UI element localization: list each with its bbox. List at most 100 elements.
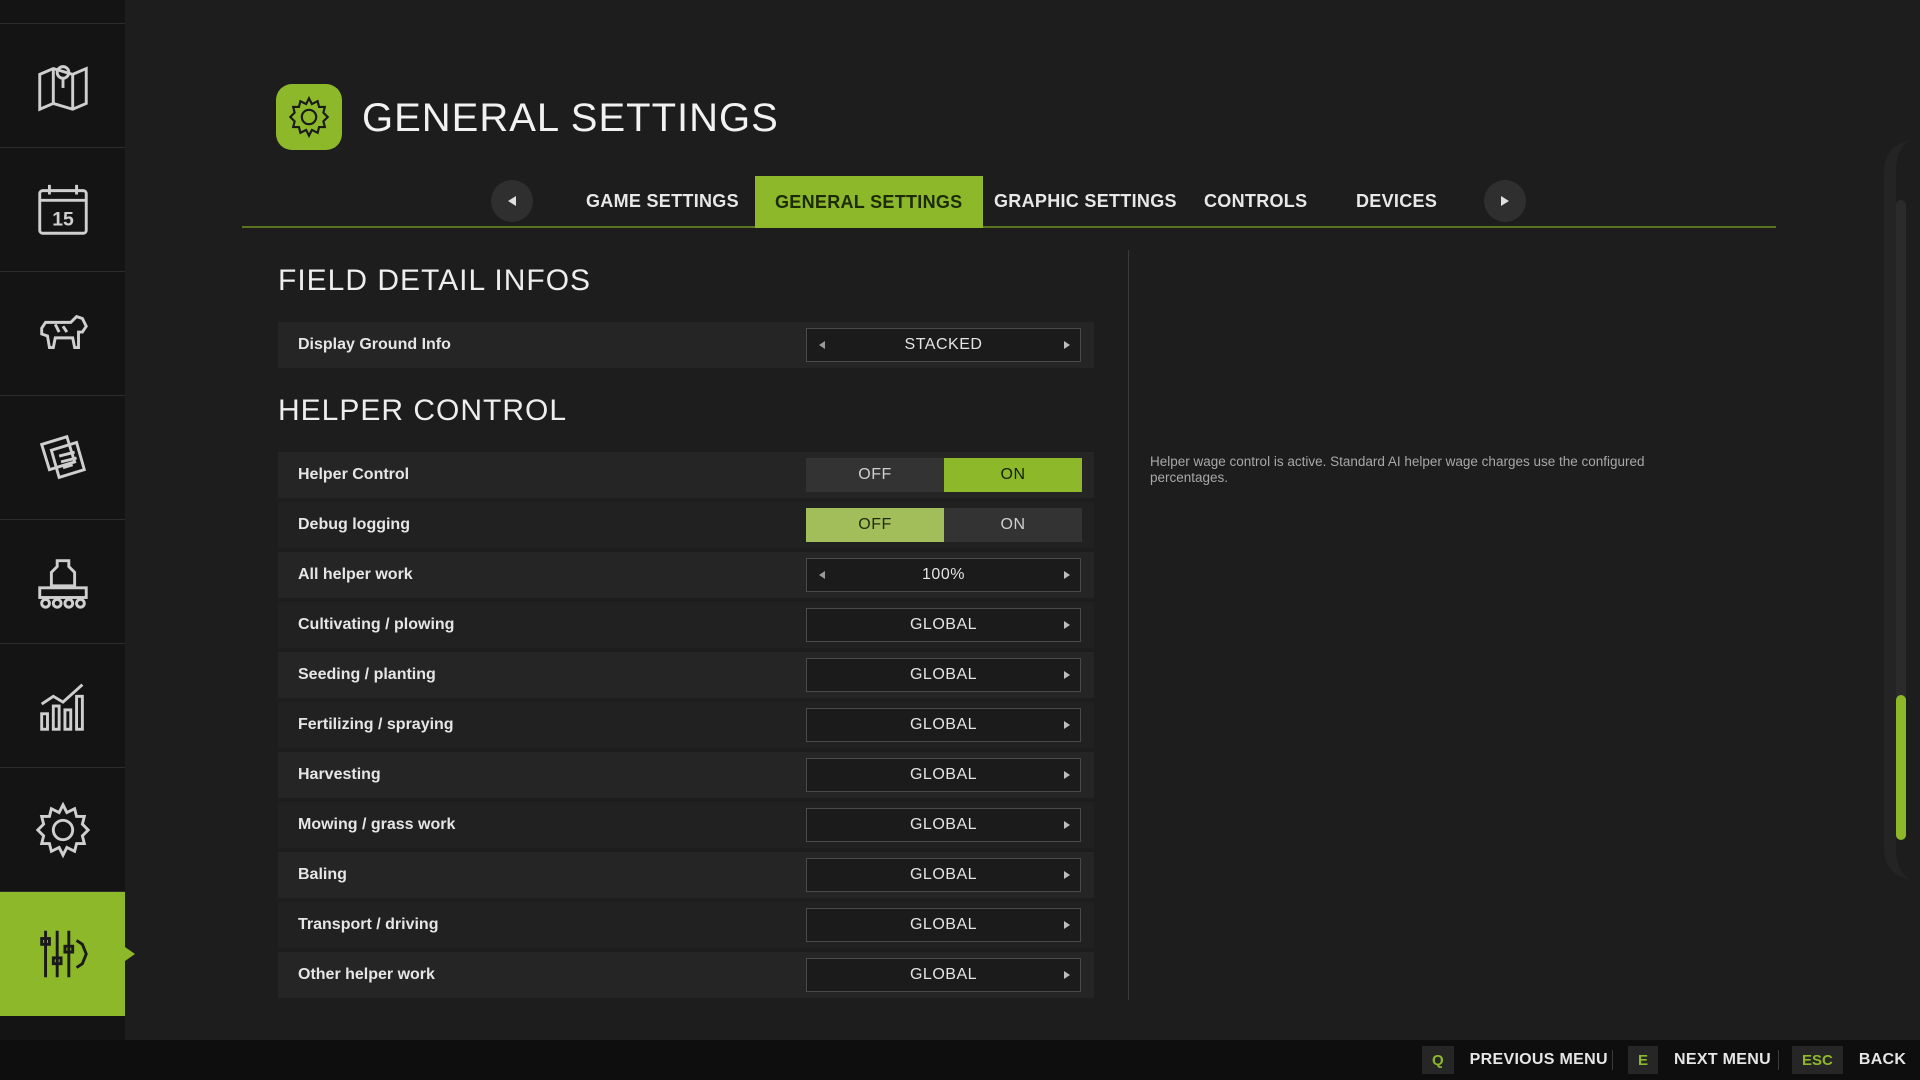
- key-e: E: [1628, 1046, 1659, 1074]
- sidebar-item-animals[interactable]: [0, 272, 125, 396]
- other-helper-work-selector[interactable]: GLOBAL: [806, 958, 1081, 992]
- selector-value: GLOBAL: [909, 716, 978, 733]
- calendar-icon: 15: [37, 184, 88, 235]
- debug-logging-on-button[interactable]: ON: [944, 508, 1082, 542]
- arrow-right-icon[interactable]: [1064, 671, 1070, 679]
- selector-value: GLOBAL: [909, 916, 978, 933]
- setting-label: Baling: [298, 866, 347, 883]
- setting-label: Mowing / grass work: [298, 816, 456, 833]
- setting-row-fertilizing-spraying: Fertilizing / spraying GLOBAL: [278, 702, 1094, 748]
- arrow-right-icon[interactable]: [1064, 871, 1070, 879]
- setting-row-mowing-grass-work: Mowing / grass work GLOBAL: [278, 802, 1094, 848]
- hint-next-menu[interactable]: E NEXT MENU: [1628, 1046, 1771, 1074]
- setting-label: Transport / driving: [298, 916, 439, 933]
- hint-separator: [1612, 1050, 1613, 1070]
- section-title-helper-control: HELPER CONTROL: [278, 394, 568, 427]
- setting-label: Fertilizing / spraying: [298, 716, 454, 733]
- cultivating-plowing-selector[interactable]: GLOBAL: [806, 608, 1081, 642]
- mowing-grass-work-selector[interactable]: GLOBAL: [806, 808, 1081, 842]
- hint-separator: [1778, 1050, 1779, 1070]
- setting-row-cultivating-plowing: Cultivating / plowing GLOBAL: [278, 602, 1094, 648]
- setting-row-harvesting: Harvesting GLOBAL: [278, 752, 1094, 798]
- map-icon: [37, 64, 88, 111]
- sidebar-item-statistics[interactable]: [0, 644, 125, 768]
- sidebar-item-production[interactable]: [0, 520, 125, 644]
- arrow-right-icon[interactable]: [1064, 571, 1070, 579]
- setting-label: Helper Control: [298, 466, 410, 483]
- setting-row-seeding-planting: Seeding / planting GLOBAL: [278, 652, 1094, 698]
- sidebar: 15: [0, 0, 135, 1040]
- key-esc: ESC: [1792, 1046, 1843, 1074]
- setting-row-debug-logging: Debug logging OFF ON: [278, 502, 1094, 548]
- helper-control-off-button[interactable]: OFF: [806, 458, 944, 492]
- tab-controls[interactable]: CONTROLS: [1184, 176, 1327, 226]
- hint-label: BACK: [1858, 1051, 1907, 1068]
- hint-label: PREVIOUS MENU: [1469, 1051, 1608, 1068]
- scrollbar-thumb[interactable]: [1896, 695, 1906, 840]
- sidebar-item-contracts[interactable]: [0, 396, 125, 520]
- hint-label: NEXT MENU: [1674, 1051, 1771, 1068]
- tab-bar: GAME SETTINGS GENERAL SETTINGS GRAPHIC S…: [242, 172, 1776, 228]
- arrow-right-icon[interactable]: [1064, 771, 1070, 779]
- tab-general-settings[interactable]: GENERAL SETTINGS: [755, 176, 983, 228]
- sliders-icon: [39, 930, 88, 978]
- selector-value: 100%: [922, 566, 965, 583]
- setting-row-transport-driving: Transport / driving GLOBAL: [278, 902, 1094, 948]
- selector-value: GLOBAL: [909, 816, 978, 833]
- arrow-right-icon[interactable]: [1064, 921, 1070, 929]
- arrow-right-icon[interactable]: [1064, 721, 1070, 729]
- setting-row-baling: Baling GLOBAL: [278, 852, 1094, 898]
- selector-value: GLOBAL: [909, 766, 978, 783]
- sidebar-item-general-settings[interactable]: [0, 892, 135, 1016]
- transport-driving-selector[interactable]: GLOBAL: [806, 908, 1081, 942]
- gear-icon: [288, 95, 330, 139]
- setting-row-display-ground-info: Display Ground Info STACKED: [278, 322, 1094, 368]
- content-divider: [1128, 250, 1129, 1000]
- sidebar-item-map[interactable]: [0, 24, 125, 148]
- tab-game-settings[interactable]: GAME SETTINGS: [566, 176, 759, 226]
- all-helper-work-selector[interactable]: 100%: [806, 558, 1081, 592]
- helper-control-toggle: OFF ON: [806, 458, 1082, 492]
- tab-prev-button[interactable]: [491, 180, 533, 222]
- page-title: GENERAL SETTINGS: [362, 96, 779, 140]
- help-text: Helper wage control is active. Standard …: [1150, 454, 1645, 485]
- fertilizing-spraying-selector[interactable]: GLOBAL: [806, 708, 1081, 742]
- arrow-right-icon[interactable]: [1064, 971, 1070, 979]
- chevron-left-icon: [508, 196, 516, 206]
- baling-selector[interactable]: GLOBAL: [806, 858, 1081, 892]
- scrollbar-track[interactable]: [1896, 200, 1906, 840]
- setting-label: Harvesting: [298, 766, 381, 783]
- arrow-left-icon[interactable]: [819, 341, 825, 349]
- tab-next-button[interactable]: [1484, 180, 1526, 222]
- hint-previous-menu[interactable]: Q PREVIOUS MENU: [1422, 1046, 1608, 1074]
- sidebar-item-settings[interactable]: [0, 768, 125, 892]
- arrow-left-icon[interactable]: [819, 571, 825, 579]
- setting-label: All helper work: [298, 566, 413, 583]
- production-icon: [37, 558, 88, 609]
- tab-devices[interactable]: DEVICES: [1336, 176, 1457, 226]
- setting-label: Other helper work: [298, 966, 435, 983]
- selector-value: GLOBAL: [909, 966, 978, 983]
- calendar-day: 15: [52, 208, 74, 230]
- gear-icon: [35, 801, 90, 858]
- helper-control-on-button[interactable]: ON: [944, 458, 1082, 492]
- setting-row-all-helper-work: All helper work 100%: [278, 552, 1094, 598]
- selector-value: GLOBAL: [909, 616, 978, 633]
- sidebar-item-calendar[interactable]: 15: [0, 148, 125, 272]
- key-q: Q: [1422, 1046, 1454, 1074]
- arrow-right-icon[interactable]: [1064, 821, 1070, 829]
- tab-graphic-settings[interactable]: GRAPHIC SETTINGS: [974, 176, 1197, 226]
- arrow-right-icon[interactable]: [1064, 341, 1070, 349]
- footer-bar: Q PREVIOUS MENU E NEXT MENU ESC BACK: [0, 1040, 1920, 1080]
- chevron-right-icon: [1501, 196, 1509, 206]
- debug-logging-toggle: OFF ON: [806, 508, 1082, 542]
- setting-label: Debug logging: [298, 516, 410, 533]
- section-title-field-detail: FIELD DETAIL INFOS: [278, 264, 592, 297]
- selector-value: GLOBAL: [909, 866, 978, 883]
- display-ground-info-selector[interactable]: STACKED: [806, 328, 1081, 362]
- arrow-right-icon[interactable]: [1064, 621, 1070, 629]
- harvesting-selector[interactable]: GLOBAL: [806, 758, 1081, 792]
- hint-back[interactable]: ESC BACK: [1792, 1046, 1906, 1074]
- seeding-planting-selector[interactable]: GLOBAL: [806, 658, 1081, 692]
- debug-logging-off-button[interactable]: OFF: [806, 508, 944, 542]
